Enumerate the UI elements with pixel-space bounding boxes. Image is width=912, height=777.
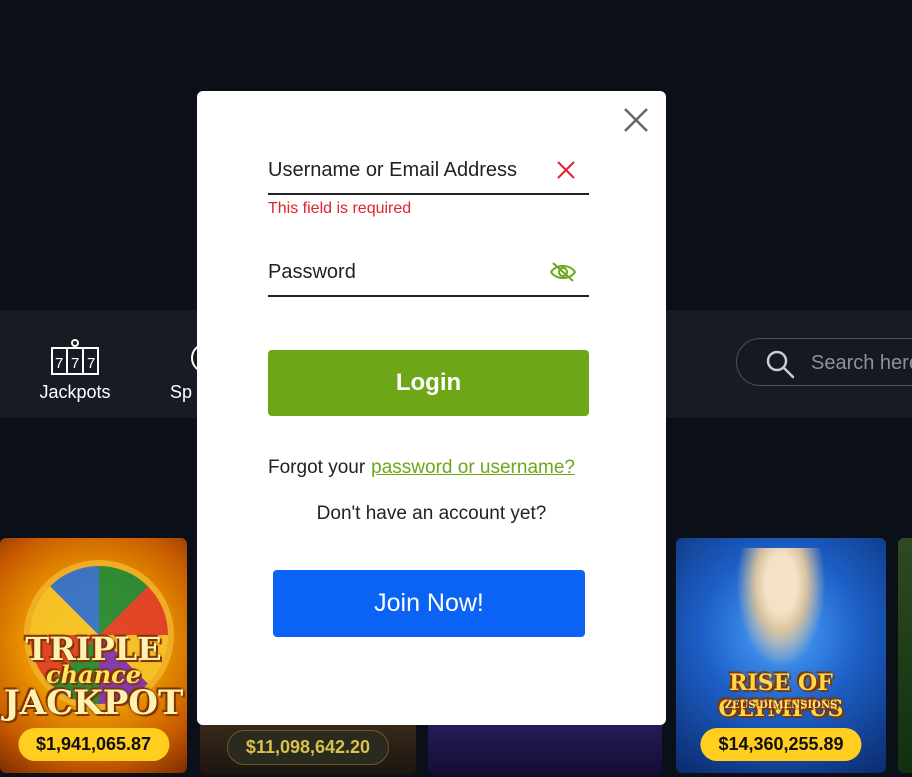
svg-text:7: 7 <box>71 355 79 372</box>
game-title-line: JACKPOT <box>3 683 184 723</box>
jackpot-amount: $11,098,642.20 <box>226 730 390 765</box>
game-tile[interactable]: $11,098,642.20 <box>200 720 416 775</box>
nav-item-jackpots[interactable]: 7 7 7 Jackpots <box>30 332 120 403</box>
eye-off-icon[interactable] <box>549 261 577 288</box>
game-tile[interactable] <box>428 720 662 775</box>
close-button[interactable] <box>621 105 651 135</box>
password-field[interactable]: Password <box>268 253 589 297</box>
username-label: Username or Email Address <box>268 159 517 181</box>
jackpot-amount: $14,360,255.89 <box>700 728 862 761</box>
nav-item-label: Sp <box>170 382 193 402</box>
close-icon <box>624 108 648 132</box>
password-label: Password <box>268 261 356 283</box>
game-title-line: ZEUS DIMENSIONS <box>724 700 838 711</box>
svg-text:7: 7 <box>87 355 95 372</box>
join-now-button[interactable]: Join Now! <box>273 570 585 637</box>
nav-item-label: Jackpots <box>39 382 111 402</box>
username-error-message: This field is required <box>268 200 412 217</box>
game-tile[interactable] <box>898 538 912 773</box>
svg-text:7: 7 <box>55 355 63 372</box>
search-icon <box>766 350 795 379</box>
login-modal: Username or Email Address This field is … <box>197 91 666 725</box>
game-tile-rise-of-olympus[interactable]: RISE OF OLYMPUS ZEUS DIMENSIONS $14,360,… <box>676 538 886 773</box>
username-field[interactable]: Username or Email Address <box>268 151 589 195</box>
jackpot-amount: $1,941,065.87 <box>17 728 170 761</box>
forgot-credentials-text: Forgot your password or username? <box>268 457 575 479</box>
search-placeholder: Search here <box>811 352 912 374</box>
login-button[interactable]: Login <box>268 350 589 416</box>
slot-machine-icon: 7 7 7 <box>51 339 99 375</box>
forgot-prefix: Forgot your <box>268 457 366 478</box>
clear-icon[interactable] <box>555 159 577 186</box>
forgot-credentials-link[interactable]: password or username? <box>371 457 575 478</box>
zeus-image <box>736 548 826 668</box>
game-title-line: RISE OF OLYMPUS <box>718 670 844 722</box>
no-account-text: Don't have an account yet? <box>316 503 547 524</box>
search-input[interactable]: Search here <box>736 338 912 386</box>
game-tile-triple-chance[interactable]: TRIPLE chance JACKPOT $1,941,065.87 <box>0 538 187 773</box>
